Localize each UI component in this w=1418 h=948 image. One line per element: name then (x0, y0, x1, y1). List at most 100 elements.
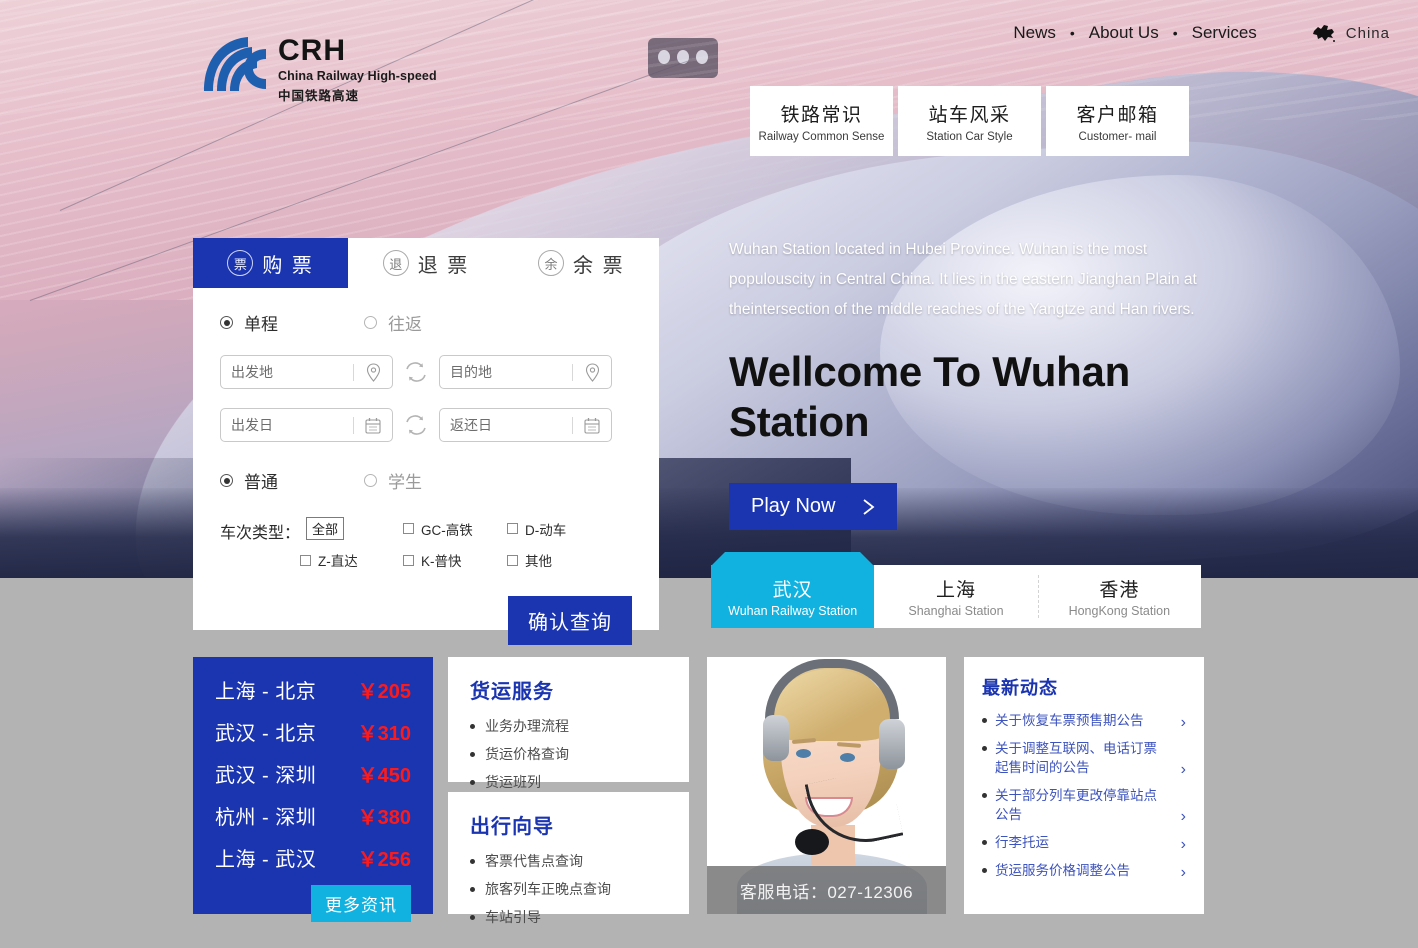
radio-dot-icon (364, 474, 377, 487)
nav-item-services[interactable]: Services (1178, 23, 1271, 43)
station-name-en: HongKong Station (1068, 604, 1171, 618)
news-item[interactable]: 关于恢复车票预售期公告 › (982, 711, 1186, 731)
price-route: 杭州 - 深圳 (215, 807, 317, 829)
station-name-en: Wuhan Railway Station (728, 604, 858, 618)
checkbox-d-dongche[interactable]: D-动车 (507, 517, 566, 540)
play-now-button[interactable]: Play Now (729, 483, 898, 530)
nav-item-about-us[interactable]: About Us (1075, 23, 1173, 43)
station-name-cn: 武汉 (772, 580, 813, 601)
checkbox-icon (300, 554, 312, 566)
more-info-button[interactable]: 更多资讯 (311, 885, 411, 922)
nav-item-news[interactable]: News (999, 23, 1070, 43)
radio-dot-icon (220, 474, 233, 487)
list-item-label: 车站引导 (485, 909, 541, 925)
calendar-icon[interactable] (573, 417, 611, 434)
page-root: CRH China Railway High-speed 中国铁路高速 News… (0, 0, 1418, 948)
tab-station-wuhan[interactable]: 武汉 Wuhan Railway Station (711, 565, 875, 628)
confirm-search-button[interactable]: 确认查询 (508, 596, 632, 645)
location-pin-icon[interactable] (354, 362, 392, 382)
price-amount: ￥450 (357, 765, 411, 787)
train-type-all-chip[interactable]: 全部 (306, 517, 345, 540)
list-item[interactable]: 业务办理流程 (470, 716, 667, 736)
tab-remaining-ticket[interactable]: 余 余 票 (504, 238, 659, 288)
price-route: 上海 - 武汉 (215, 849, 317, 871)
list-item[interactable]: 货运班列 (470, 772, 667, 792)
price-amount: ￥205 (357, 681, 411, 703)
radio-round-trip[interactable]: 往返 (364, 310, 422, 335)
tab-refund-ticket[interactable]: 退 退 票 (348, 238, 503, 288)
list-item-label: 旅客列车正晚点查询 (485, 881, 611, 897)
confirm-row: 确认查询 (220, 596, 633, 645)
radio-normal-passenger[interactable]: 普通 (220, 468, 278, 493)
crh-logo-text: CRH China Railway High-speed 中国铁路高速 (278, 33, 437, 104)
travel-guide-card: 出行向导 客票代售点查询 旅客列车正晚点查询 车站引导 (448, 792, 689, 925)
quick-link-station-car-style[interactable]: 站车风采 Station Car Style (898, 86, 1041, 156)
depart-date-input[interactable]: 出发日 (220, 408, 393, 442)
news-item[interactable]: 货运服务价格调整公告 › (982, 861, 1186, 881)
bullet-icon (470, 858, 475, 864)
ticket-badge-icon: 票 (227, 250, 254, 276)
news-item[interactable]: 关于调整互联网、电话订票起售时间的公告 › (982, 739, 1186, 778)
chevron-right-icon: › (1180, 761, 1186, 778)
chevron-right-icon: › (1180, 836, 1186, 853)
list-item[interactable]: 客票代售点查询 (470, 851, 667, 871)
list-item[interactable]: 车站引导 (470, 907, 667, 927)
trip-type-group: 单程 往返 (220, 310, 633, 335)
tab-buy-ticket[interactable]: 票 购 票 (193, 238, 349, 288)
price-row[interactable]: 武汉 - 深圳 ￥450 (215, 759, 411, 788)
news-card-title: 最新动态 (982, 678, 1058, 698)
destination-input[interactable]: 目的地 (439, 355, 612, 389)
origin-input[interactable]: 出发地 (220, 355, 393, 389)
hero-content: Wuhan Station located in Hubei Province.… (729, 235, 1199, 530)
radio-student-passenger[interactable]: 学生 (364, 468, 422, 493)
checkbox-label: Z-直达 (318, 554, 358, 569)
checkbox-other[interactable]: 其他 (507, 550, 552, 570)
customer-service-phone-bar: 客服电话：027-12306 (707, 866, 946, 914)
return-date-input[interactable]: 返还日 (439, 408, 612, 442)
news-item[interactable]: 关于部分列车更改停靠站点公告 › (982, 786, 1186, 825)
price-row[interactable]: 上海 - 北京 ￥205 (215, 675, 411, 704)
checkbox-k-pukuai[interactable]: K-普快 (403, 550, 507, 570)
price-row[interactable]: 武汉 - 北京 ￥310 (215, 717, 411, 746)
tab-station-shanghai[interactable]: 上海 Shanghai Station (874, 565, 1038, 628)
quick-link-customer-mail[interactable]: 客户邮箱 Customer- mail (1046, 86, 1189, 156)
bullet-icon (982, 793, 987, 798)
travel-guide-link-list: 客票代售点查询 旅客列车正晚点查询 车站引导 (470, 851, 667, 927)
price-row[interactable]: 杭州 - 深圳 ￥380 (215, 801, 411, 830)
checkbox-label: 其他 (525, 554, 553, 569)
crh-logo[interactable]: CRH China Railway High-speed 中国铁路高速 (200, 33, 437, 104)
play-now-label: Play Now (751, 495, 836, 517)
bullet-icon (982, 718, 987, 723)
checkbox-gc-gaotie[interactable]: GC-高铁 (403, 517, 507, 540)
swap-dates-button[interactable] (393, 413, 439, 437)
price-list-card: 上海 - 北京 ￥205 武汉 - 北京 ￥310 武汉 - 深圳 ￥450 杭… (193, 657, 433, 922)
radio-dot-icon (364, 316, 377, 329)
crh-logo-mark (200, 33, 268, 95)
price-amount: ￥380 (357, 807, 411, 829)
list-item[interactable]: 货运价格查询 (470, 744, 667, 764)
list-item[interactable]: 旅客列车正晚点查询 (470, 879, 667, 899)
language-selector[interactable]: China (1311, 22, 1390, 44)
tab-refund-ticket-label: 退 票 (417, 254, 470, 277)
passenger-type-group: 普通 学生 (220, 468, 633, 493)
tab-station-hongkong[interactable]: 香港 HongKong Station (1037, 565, 1201, 628)
hero-description: Wuhan Station located in Hubei Province.… (729, 241, 1197, 318)
price-amount: ￥310 (357, 723, 411, 745)
price-route: 武汉 - 北京 (215, 723, 317, 745)
swap-locations-button[interactable] (393, 360, 439, 384)
list-item-label: 客票代售点查询 (485, 853, 583, 869)
price-route: 武汉 - 深圳 (215, 765, 317, 787)
price-amount: ￥256 (357, 849, 411, 871)
news-item[interactable]: 行李托运 › (982, 833, 1186, 853)
booking-form: 单程 往返 出发地 目的地 出发日 返还日 普通 学生 车次类型： 全部 GC-… (193, 288, 659, 645)
price-row[interactable]: 上海 - 武汉 ￥256 (215, 843, 411, 872)
quick-link-railway-common-sense[interactable]: 铁路常识 Railway Common Sense (750, 86, 893, 156)
calendar-icon[interactable] (354, 417, 392, 434)
customer-service-phone: 客服电话：027-12306 (739, 882, 914, 902)
location-pin-icon[interactable] (573, 362, 611, 382)
booking-tabs: 票 购 票 退 退 票 余 余 票 (193, 238, 659, 288)
radio-one-way[interactable]: 单程 (220, 310, 278, 335)
checkbox-z-zhida[interactable]: Z-直达 (300, 550, 403, 570)
radio-dot-icon (220, 316, 233, 329)
radio-round-trip-label: 往返 (388, 315, 422, 334)
